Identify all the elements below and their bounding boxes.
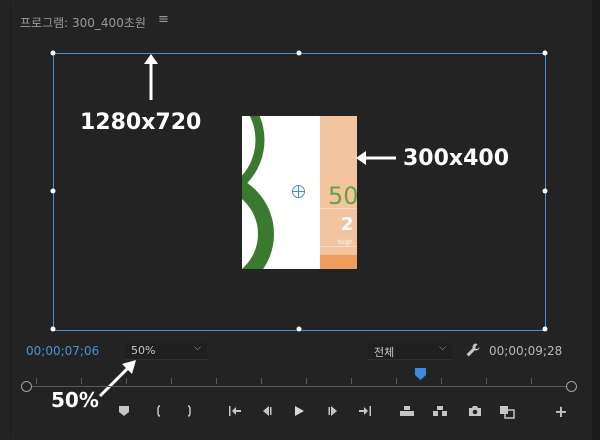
duration-timecode: 00;00;09;28 [489, 344, 563, 358]
resize-handle-middle-left[interactable] [50, 188, 56, 194]
playback-resolution-value: 전체 [374, 346, 395, 359]
step-forward-button[interactable] [324, 403, 342, 421]
ruler-tick [396, 378, 397, 384]
lift-button[interactable] [398, 403, 416, 421]
resize-handle-bottom-center[interactable] [296, 326, 302, 332]
ruler-tick [531, 378, 532, 384]
zoom-level-select[interactable]: 50% ⌵ [125, 343, 207, 360]
ruler-start-handle[interactable] [21, 381, 32, 392]
arrow-up-annotation [144, 54, 158, 100]
playback-resolution-select[interactable]: 전체 ⌵ [368, 343, 452, 360]
extract-button[interactable] [431, 403, 449, 421]
chevron-down-icon: ⌵ [194, 343, 201, 353]
ruler-tick [126, 378, 127, 384]
current-timecode[interactable]: 00;00;07;06 [26, 344, 99, 358]
anchor-point-icon[interactable] [291, 184, 306, 199]
mark-out-icon [187, 405, 191, 417]
clip-small-number: 2 [341, 214, 354, 235]
resize-handle-top-center[interactable] [296, 50, 302, 56]
go-to-in-button[interactable] [226, 403, 244, 421]
play-icon [295, 406, 304, 416]
resize-handle-bottom-left[interactable] [50, 326, 56, 332]
zoom-note-label: 50% [51, 388, 99, 412]
sequence-size-label: 1280x720 [80, 110, 202, 135]
ruler-tick [306, 378, 307, 384]
clip-orange-bar [320, 255, 357, 269]
zoom-level-value: 50% [131, 344, 156, 357]
go-to-in-icon [229, 406, 241, 416]
clip-size-label: 300x400 [403, 146, 510, 171]
ruler-tick [486, 378, 487, 384]
mark-out-button[interactable] [180, 403, 198, 421]
plus-icon: + [554, 402, 568, 421]
panel-menu-button[interactable]: ≡ [158, 12, 169, 27]
comparison-view-icon [500, 406, 515, 419]
mark-in-button[interactable] [150, 403, 168, 421]
ruler-tick [36, 378, 37, 384]
clip-tiny-text: hcgh [338, 239, 353, 246]
ruler-tick [441, 378, 442, 384]
resize-handle-bottom-right[interactable] [542, 326, 548, 332]
extract-icon [433, 406, 447, 416]
marker-icon [119, 406, 129, 416]
add-button-editor-button[interactable]: + [552, 403, 570, 421]
ruler-baseline [26, 386, 576, 387]
go-to-out-button[interactable] [356, 403, 374, 421]
mark-in-icon [157, 405, 161, 417]
panel-edge [592, 0, 600, 440]
playhead[interactable] [415, 368, 426, 380]
export-frame-button[interactable] [466, 403, 484, 421]
ruler-tick [171, 378, 172, 384]
clip-stripe [320, 246, 357, 247]
lift-icon [400, 406, 414, 416]
resize-handle-top-right[interactable] [542, 50, 548, 56]
wrench-icon[interactable] [465, 342, 481, 358]
panel-title[interactable]: 프로그램: 300_400초원 [20, 14, 146, 31]
resize-handle-middle-right[interactable] [542, 188, 548, 194]
camera-icon [469, 406, 481, 416]
go-to-out-icon [359, 406, 371, 416]
arrow-left-annotation [356, 151, 396, 165]
ruler-tick [216, 378, 217, 384]
timeline-ruler[interactable] [21, 370, 577, 392]
clip-big-number: 50 [328, 182, 357, 210]
resize-handle-top-left[interactable] [50, 50, 56, 56]
step-back-button[interactable] [258, 403, 276, 421]
ruler-tick [261, 378, 262, 384]
step-forward-icon [328, 406, 337, 416]
ruler-tick [81, 378, 82, 384]
ruler-end-handle[interactable] [566, 381, 577, 392]
step-back-icon [263, 406, 272, 416]
ruler-tick [351, 378, 352, 384]
play-button[interactable] [290, 403, 308, 421]
marker-button[interactable] [115, 403, 133, 421]
comparison-view-button[interactable] [498, 403, 516, 421]
chevron-down-icon: ⌵ [439, 343, 446, 353]
